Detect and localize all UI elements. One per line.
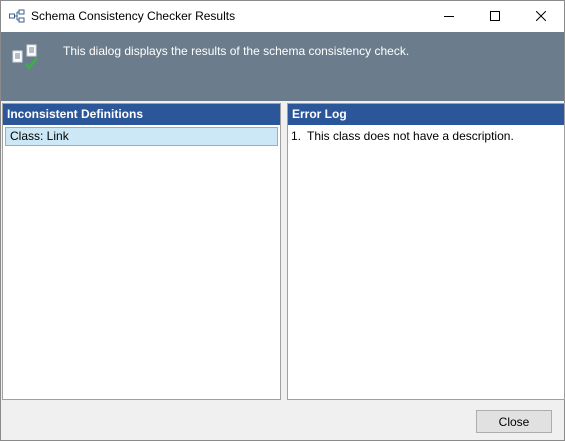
header-banner: This dialog displays the results of the … — [1, 32, 564, 101]
close-icon — [535, 10, 547, 24]
log-entry-text: This class does not have a description. — [307, 129, 514, 143]
log-entry: 1. This class does not have a description… — [291, 129, 514, 143]
maximize-button[interactable] — [472, 1, 518, 32]
list-item-label: Class: Link — [10, 129, 69, 143]
schema-diagram-icon — [9, 9, 25, 25]
inconsistent-definitions-header: Inconsistent Definitions — [3, 104, 280, 125]
window-title: Schema Consistency Checker Results — [31, 9, 236, 23]
maximize-icon — [490, 10, 500, 24]
log-entry-number: 1. — [291, 129, 302, 143]
close-button[interactable]: Close — [476, 410, 552, 433]
banner-description: This dialog displays the results of the … — [63, 44, 410, 58]
minimize-icon — [444, 10, 454, 24]
close-window-button[interactable] — [518, 1, 564, 32]
error-log-panel: Error Log 1. This class does not have a d… — [287, 103, 565, 400]
list-item[interactable]: Class: Link — [5, 127, 278, 146]
title-bar[interactable]: Schema Consistency Checker Results — [1, 1, 564, 32]
dialog-window: Schema Consistency Checker Results This … — [0, 0, 565, 441]
checked-documents-icon — [11, 43, 41, 73]
minimize-button[interactable] — [426, 1, 472, 32]
error-log-header: Error Log — [288, 104, 564, 125]
inconsistent-definitions-panel: Inconsistent Definitions Class: Link — [2, 103, 281, 400]
